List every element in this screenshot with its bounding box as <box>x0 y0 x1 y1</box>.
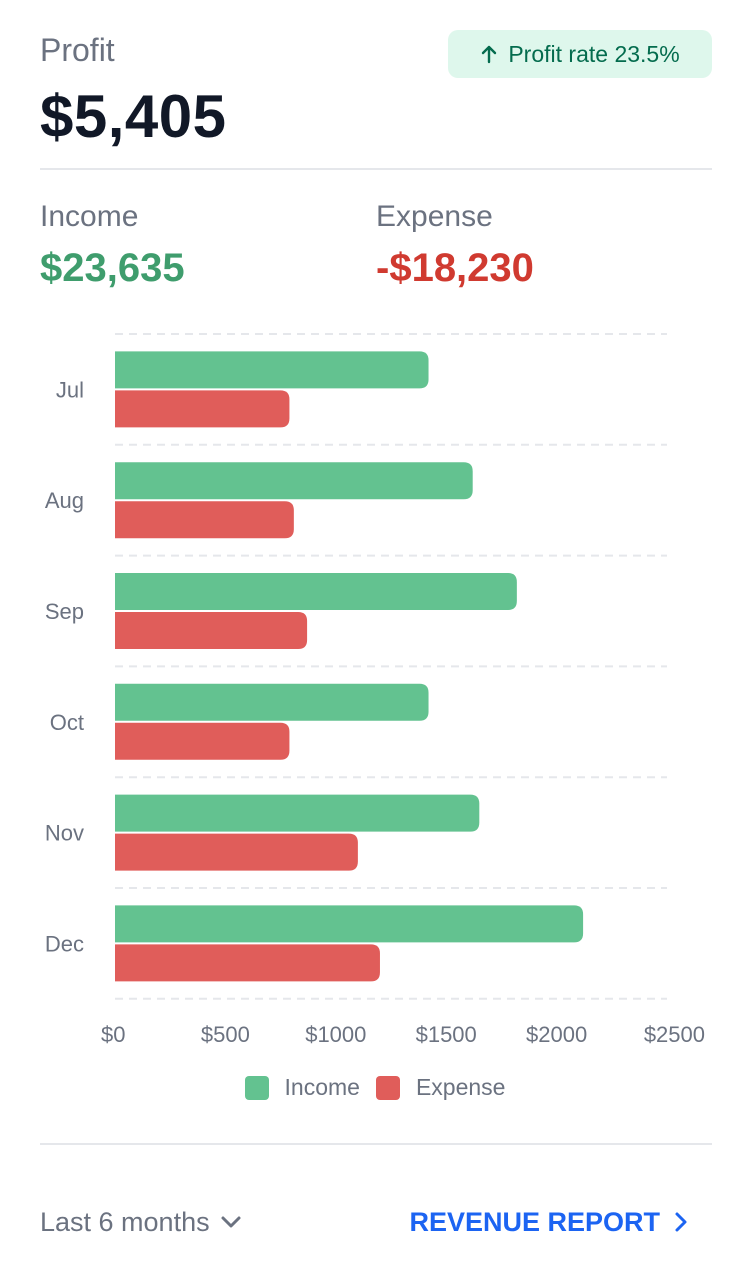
profit-title: Profit <box>40 32 115 68</box>
expense-bar <box>115 501 294 539</box>
chevron-right-icon <box>675 1212 687 1232</box>
y-tick-label: Oct <box>50 710 84 735</box>
expense-bar <box>115 612 308 649</box>
y-tick-label: Sep <box>45 599 84 624</box>
footer-divider <box>40 1143 712 1145</box>
income-bar <box>115 462 473 500</box>
profit-value: $5,405 <box>40 83 227 150</box>
chart-legend: Income Expense <box>0 1074 750 1101</box>
income-bar <box>115 905 584 943</box>
x-tick-label: $1000 <box>305 1022 366 1047</box>
chevron-down-icon <box>221 1216 241 1228</box>
income-label: Income <box>40 200 139 233</box>
legend-label-expense: Expense <box>415 1074 506 1100</box>
x-tick-label: $0 <box>101 1022 125 1047</box>
income-expense-chart: Jul Aug Sep Oct Nov Dec $0 $500 $1000 $1500 $2000 $… <box>45 333 705 1047</box>
income-bar <box>115 683 429 721</box>
x-tick-label: $2500 <box>644 1022 705 1047</box>
expense-bar <box>115 944 380 982</box>
income-value: $23,635 <box>40 246 185 290</box>
income-bar <box>115 351 429 389</box>
arrow-up-icon <box>482 45 497 64</box>
y-tick-label: Nov <box>45 821 84 846</box>
x-tick-label: $500 <box>201 1022 250 1047</box>
expense-bar <box>115 833 358 871</box>
expense-label: Expense <box>376 200 493 233</box>
expense-value: -$18,230 <box>376 246 534 290</box>
profit-rate-badge: Profit rate 23.5% <box>448 30 712 78</box>
y-tick-label: Aug <box>45 488 84 513</box>
date-range-label: Last 6 months <box>40 1206 210 1237</box>
profit-rate-text: Profit rate 23.5% <box>508 40 680 67</box>
income-bar <box>115 794 480 832</box>
income-bar <box>115 573 517 610</box>
revenue-report-link[interactable]: REVENUE REPORT <box>409 1200 688 1244</box>
y-tick-label: Dec <box>45 931 84 956</box>
expense-bar <box>115 722 290 760</box>
revenue-report-label: REVENUE REPORT <box>409 1206 660 1237</box>
x-tick-label: $1500 <box>416 1022 477 1047</box>
legend-item-expense[interactable]: Expense <box>375 1074 506 1101</box>
expense-bar <box>115 390 290 428</box>
x-tick-label: $2000 <box>526 1022 587 1047</box>
y-tick-label: Jul <box>56 377 84 402</box>
income-swatch <box>244 1075 269 1100</box>
expense-swatch <box>375 1075 400 1100</box>
header-divider <box>40 168 712 170</box>
legend-item-income[interactable]: Income <box>244 1074 360 1101</box>
legend-label-income: Income <box>284 1074 360 1100</box>
date-range-dropdown[interactable]: Last 6 months <box>40 1200 242 1244</box>
